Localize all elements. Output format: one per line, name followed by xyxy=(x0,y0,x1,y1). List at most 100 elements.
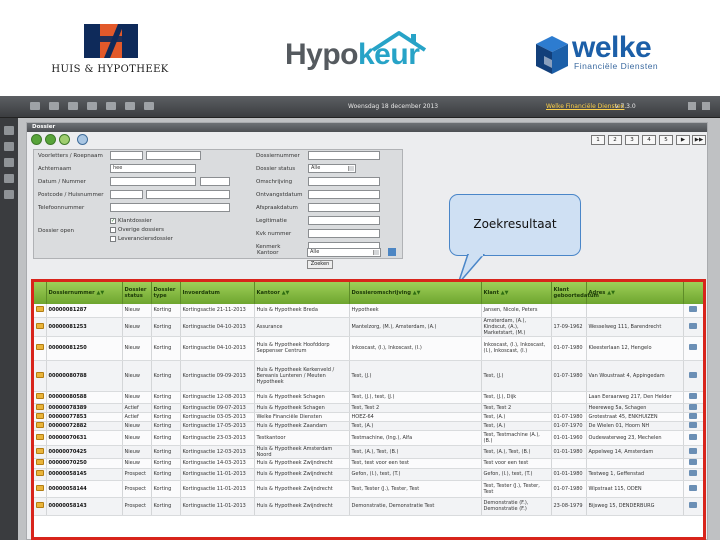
table-row[interactable]: 00000072882 Nieuw Korting Kortingsactie 17-… xyxy=(34,421,703,431)
kantoor-select[interactable]: Alle xyxy=(307,248,381,257)
calendar-icon[interactable] xyxy=(87,102,97,110)
sort-icon[interactable]: ▲▼ xyxy=(282,290,290,296)
open-dossier-icon[interactable] xyxy=(689,484,697,491)
mail-icon[interactable] xyxy=(30,102,40,110)
datum-input[interactable] xyxy=(110,177,196,186)
refresh-button[interactable] xyxy=(77,134,88,145)
pin-icon[interactable] xyxy=(125,102,135,110)
legitimatie-input[interactable] xyxy=(308,216,380,225)
col-dossieromschrijving[interactable]: Dossieromschrijving ▲▼ xyxy=(349,282,482,304)
cell-dossiernummer[interactable]: 00000070250 xyxy=(46,458,123,469)
minimize-icon[interactable] xyxy=(688,102,696,110)
print-icon[interactable] xyxy=(68,102,78,110)
cell-dossiernummer[interactable]: 00000078389 xyxy=(46,403,123,413)
col-invoerdatum[interactable]: Invoerdatum xyxy=(180,282,255,304)
table-row[interactable]: 00000070631 Nieuw Korting Kortingsactie 23-… xyxy=(34,430,703,446)
afspraakdatum-input[interactable] xyxy=(308,203,380,212)
table-row[interactable]: 00000058143 Prospect Korting Kortingsactie … xyxy=(34,497,703,516)
open-dossier-icon[interactable] xyxy=(689,371,697,378)
roepnaam-input[interactable] xyxy=(146,151,201,160)
row-action-cell[interactable] xyxy=(683,430,703,446)
sliders-icon[interactable] xyxy=(4,158,14,167)
cell-dossiernummer[interactable]: 00000081253 xyxy=(46,317,123,337)
notes-icon[interactable] xyxy=(106,102,116,110)
row-action-cell[interactable] xyxy=(683,421,703,431)
folder-icon[interactable] xyxy=(49,102,59,110)
cell-dossiernummer[interactable]: 00000081287 xyxy=(46,304,123,318)
omschrijving-input[interactable] xyxy=(308,177,380,186)
sort-icon[interactable]: ▲▼ xyxy=(413,290,421,296)
cell-dossiernummer[interactable]: 00000077853 xyxy=(46,412,123,422)
edit-dossier-button[interactable] xyxy=(45,134,56,145)
open-dossier-icon[interactable] xyxy=(689,433,697,440)
row-action-cell[interactable] xyxy=(683,412,703,422)
cell-dossiernummer[interactable]: 00000070425 xyxy=(46,445,123,459)
row-action-cell[interactable] xyxy=(683,304,703,318)
row-action-cell[interactable] xyxy=(683,480,703,498)
people-icon[interactable] xyxy=(4,142,14,151)
leaf-icon[interactable] xyxy=(4,126,14,135)
row-action-cell[interactable] xyxy=(683,391,703,404)
table-row[interactable]: 00000058145 Prospect Korting Kortingsactie … xyxy=(34,468,703,481)
col-dossiernummer[interactable]: Dossiernummer ▲▼ xyxy=(46,282,123,304)
col-dossier-status[interactable]: Dossier status xyxy=(122,282,152,304)
leveranciers-checkbox[interactable]: Leveranciersdossier xyxy=(110,236,173,242)
telefoon-input[interactable] xyxy=(110,203,230,212)
chart-icon[interactable] xyxy=(4,174,14,183)
open-dossier-icon[interactable] xyxy=(689,412,697,419)
row-action-cell[interactable] xyxy=(683,317,703,337)
col-klant[interactable]: Klant ▲▼ xyxy=(481,282,552,304)
dossiernummer-input[interactable] xyxy=(308,151,380,160)
kvk-input[interactable] xyxy=(308,229,380,238)
row-action-cell[interactable] xyxy=(683,403,703,413)
cell-dossiernummer[interactable]: 00000080788 xyxy=(46,360,123,392)
col-kantoor[interactable]: Kantoor ▲▼ xyxy=(254,282,350,304)
open-dossier-icon[interactable] xyxy=(689,470,697,476)
open-dossier-icon[interactable] xyxy=(689,502,697,508)
row-action-cell[interactable] xyxy=(683,360,703,392)
table-row[interactable]: 00000077853 Actief Korting Kortingsactie 03… xyxy=(34,412,703,422)
overige-checkbox[interactable]: Overige dossiers xyxy=(110,227,164,233)
open-dossier-icon[interactable] xyxy=(689,421,697,428)
col-klant-geboortedatum[interactable]: Klant geboortedatum xyxy=(551,282,599,304)
tools-icon[interactable] xyxy=(144,102,154,110)
table-row[interactable]: 00000080588 Nieuw Korting Kortingsactie 12-… xyxy=(34,391,703,404)
sort-icon[interactable]: ▲▼ xyxy=(501,290,509,296)
cell-dossiernummer[interactable]: 00000081250 xyxy=(46,336,123,361)
table-row[interactable]: 00000080788 Nieuw Korting Kortingsactie 09-… xyxy=(34,360,703,392)
open-dossier-icon[interactable] xyxy=(689,306,697,313)
last-page-button[interactable]: ▶▶ xyxy=(692,135,706,145)
search-button[interactable]: Zoeken xyxy=(307,260,333,269)
cell-dossiernummer[interactable]: 00000058144 xyxy=(46,480,123,498)
achternaam-input[interactable]: hee xyxy=(110,164,196,173)
postcode-input[interactable] xyxy=(110,190,143,199)
open-dossier-icon[interactable] xyxy=(689,459,697,465)
add-dossier-button[interactable] xyxy=(31,134,42,145)
table-row[interactable]: 00000078389 Actief Korting Kortingsactie 09… xyxy=(34,403,703,413)
open-dossier-icon[interactable] xyxy=(689,403,697,410)
cell-dossiernummer[interactable]: 00000070631 xyxy=(46,430,123,446)
table-row[interactable]: 00000070425 Nieuw Korting Kortingsactie 12-… xyxy=(34,445,703,459)
open-dossier-icon[interactable] xyxy=(689,344,697,350)
table-row[interactable]: 00000070250 Nieuw Korting Kortingsactie 14-… xyxy=(34,458,703,469)
row-action-cell[interactable] xyxy=(683,497,703,516)
cell-dossiernummer[interactable]: 00000058143 xyxy=(46,497,123,516)
app-name-link[interactable]: Welke Financiële Diensten xyxy=(546,103,624,110)
open-dossier-icon[interactable] xyxy=(689,447,697,454)
klantdossier-checkbox[interactable]: ✓ Klantdossier xyxy=(110,218,152,224)
page-1-button[interactable]: 1 xyxy=(591,135,605,145)
row-action-cell[interactable] xyxy=(683,336,703,361)
briefcase-icon[interactable] xyxy=(4,190,14,199)
row-action-cell[interactable] xyxy=(683,468,703,481)
table-row[interactable]: 00000058144 Prospect Korting Kortingsactie … xyxy=(34,480,703,498)
voorletters-input[interactable] xyxy=(110,151,143,160)
nummer-input[interactable] xyxy=(200,177,230,186)
arrow-right-icon[interactable] xyxy=(388,248,396,256)
open-dossier-icon[interactable] xyxy=(689,393,697,399)
open-dossier-icon[interactable] xyxy=(689,322,697,329)
sort-icon[interactable]: ▲▼ xyxy=(607,290,615,296)
close-icon[interactable] xyxy=(702,102,710,110)
table-row[interactable]: 00000081287 Nieuw Korting Kortingsactie 21-… xyxy=(34,304,703,318)
page-3-button[interactable]: 3 xyxy=(625,135,639,145)
col-adres[interactable]: Adres ▲▼ xyxy=(586,282,684,304)
